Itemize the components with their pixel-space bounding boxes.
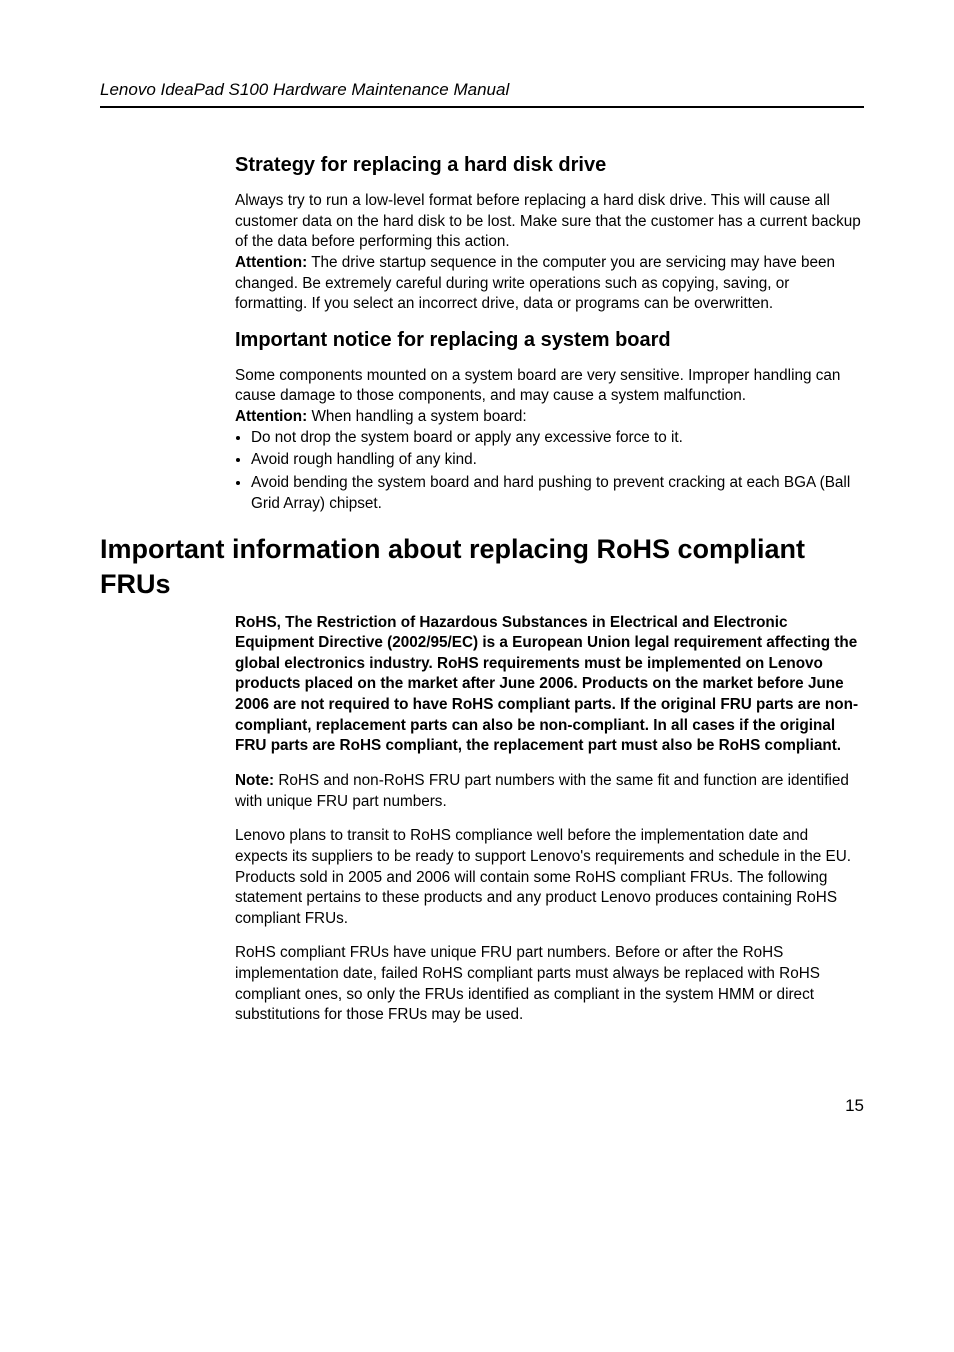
list-item: Avoid bending the system board and hard … — [251, 473, 864, 514]
sysboard-p1-text: Some components mounted on a system boar… — [235, 367, 840, 405]
sysboard-attention-text: When handling a system board: — [307, 408, 526, 425]
rohs-p4: RoHS compliant FRUs have unique FRU part… — [235, 943, 864, 1026]
list-item: Avoid rough handling of any kind. — [251, 450, 864, 471]
rohs-note-para: Note: RoHS and non-RoHS FRU part numbers… — [235, 771, 864, 812]
page-number: 15 — [100, 1096, 864, 1116]
rohs-bold-para: RoHS, The Restriction of Hazardous Subst… — [235, 613, 864, 757]
rohs-p3: Lenovo plans to transit to RoHS complian… — [235, 826, 864, 929]
rohs-main-heading: Important information about replacing Ro… — [100, 532, 864, 602]
hdd-attention-text: The drive startup sequence in the comput… — [235, 254, 835, 312]
hdd-p1-text: Always try to run a low-level format bef… — [235, 192, 861, 250]
sysboard-para: Some components mounted on a system boar… — [235, 366, 864, 428]
hdd-attention-label: Attention: — [235, 254, 307, 271]
page-header: Lenovo IdeaPad S100 Hardware Maintenance… — [100, 80, 864, 108]
rohs-bold-text: RoHS, The Restriction of Hazardous Subst… — [235, 614, 858, 755]
hdd-strategy-para: Always try to run a low-level format bef… — [235, 191, 864, 315]
sysboard-attention-label: Attention: — [235, 408, 307, 425]
list-item: Do not drop the system board or apply an… — [251, 428, 864, 449]
sysboard-heading: Important notice for replacing a system … — [235, 329, 864, 352]
rohs-note-text: RoHS and non-RoHS FRU part numbers with … — [235, 772, 849, 810]
hdd-strategy-heading: Strategy for replacing a hard disk drive — [235, 154, 864, 177]
sysboard-bullets: Do not drop the system board or apply an… — [235, 428, 864, 515]
rohs-note-label: Note: — [235, 772, 274, 789]
